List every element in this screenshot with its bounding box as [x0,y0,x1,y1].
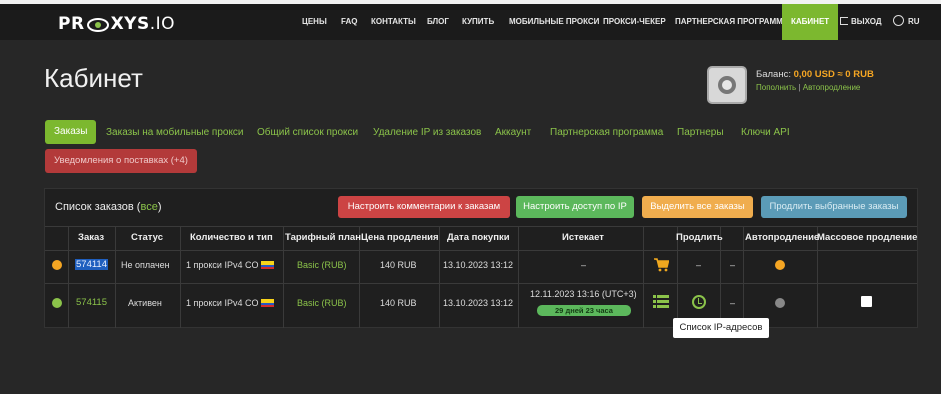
logo[interactable]: PR XYS .IO [58,14,175,34]
order-status: Активен [128,298,162,308]
globe-icon [893,15,904,26]
nav-faq[interactable]: FAQ [341,4,357,40]
tab-proxy-list[interactable]: Общий список прокси [257,122,358,144]
order-qty-text: 1 прокси IPv4 CO [186,298,259,308]
colombia-flag-icon [261,299,275,307]
expires: 12.11.2023 13:16 (UTC+3) [530,289,637,299]
status-dot [52,260,62,270]
tab-partners[interactable]: Партнеры [677,122,724,144]
table-top-border [45,226,917,227]
purchase-date: 13.10.2023 13:12 [443,260,514,270]
ip-list-tooltip: Список IP-адресов [673,318,769,338]
autotopup-link[interactable]: Автопродление [803,83,861,92]
col-header-mass-renew: Массовое продление [817,232,918,243]
col-header-qty-type: Количество и тип [190,232,273,243]
nav-language-label: RU [908,17,920,26]
logout-icon [840,17,848,25]
tab-partner-program[interactable]: Партнерская программа [550,122,663,144]
nav-buy[interactable]: КУПИТЬ [462,4,494,40]
status-dot [52,298,62,308]
col-divider [283,226,284,328]
col-header-order: Заказ [78,232,105,243]
col-divider [643,226,644,328]
ip-list-icon[interactable] [653,295,669,308]
days-left-badge: 29 дней 23 часа [537,305,631,316]
orders-panel-title: Список заказов (все) [55,201,161,213]
order-status: Не оплачен [121,260,170,270]
col-divider [180,226,181,328]
renew-clock-icon[interactable] [692,295,706,309]
page-title: Кабинет [44,63,143,93]
order-qty-text: 1 прокси IPv4 CO [186,260,259,270]
balance-link-separator: | [798,83,801,92]
nav-proxy-checker[interactable]: ПРОКСИ-ЧЕКЕР [603,4,666,40]
col-header-status: Статус [131,232,164,243]
col-divider [743,226,744,328]
order-qty-type: 1 прокси IPv4 CO [186,260,275,270]
tab-api-keys[interactable]: Ключи API [741,122,790,144]
tab-mobile-orders[interactable]: Заказы на мобильные прокси [106,122,244,144]
nav-language[interactable]: RU [893,4,920,40]
col-divider [439,226,440,328]
nav-prices[interactable]: ЦЕНЫ [302,4,327,40]
nav-logout-label: ВЫХОД [851,17,882,26]
col-header-tariff: Тарифный план [285,232,361,243]
renew-dash: – [696,260,702,270]
delivery-notifications-button[interactable]: Уведомления о поставках (+4) [45,149,197,173]
select-all-orders-button[interactable]: Выделить все заказы [642,196,753,218]
logo-text-start: PR [58,14,85,34]
autorenew-toggle[interactable] [775,260,785,270]
colombia-flag-icon [261,261,275,269]
topup-link[interactable]: Пополнить [756,83,796,92]
cart-icon[interactable] [653,258,669,272]
renew-price: 140 RUB [380,260,417,270]
extra-dash: – [730,260,736,270]
nav-partner-program[interactable]: ПАРТНЕРСКАЯ ПРОГРАММА [675,4,789,40]
balance: Баланс: 0,00 USD ≈ 0 RUB [756,69,874,80]
table-header-border [45,250,917,251]
col-header-purchase-date: Дата покупки [447,232,510,243]
table-row-border [45,283,917,284]
logo-text-mid: XYS [110,14,150,34]
tab-orders[interactable]: Заказы [45,120,97,144]
expires: – [581,260,587,270]
balance-label: Баланс: [756,69,791,80]
renew-selected-button[interactable]: Продлить выбранные заказы [761,196,907,218]
mass-renew-checkbox[interactable] [861,296,872,307]
col-header-autorenew: Автопродление [745,232,820,243]
order-qty-type: 1 прокси IPv4 CO [186,298,275,308]
autorenew-toggle[interactable] [775,298,785,308]
col-divider [68,226,69,328]
nav-cabinet[interactable]: КАБИНЕТ [782,4,839,40]
col-header-renew: Продлить [676,232,723,243]
balance-amount: 0,00 USD ≈ 0 RUB [793,69,874,80]
tab-remove-ip[interactable]: Удаление IP из заказов [373,122,481,144]
purchase-date: 13.10.2023 13:12 [443,298,514,308]
tariff-link[interactable]: Basic (RUB) [297,260,347,270]
col-divider [518,226,519,328]
configure-comments-button[interactable]: Настроить комментарии к заказам [338,196,510,218]
nav-blog[interactable]: БЛОГ [427,4,449,40]
col-header-renew-price: Цена продления [361,232,439,243]
logo-text-suffix: .IO [149,14,176,34]
tariff-link[interactable]: Basic (RUB) [297,298,347,308]
logo-eye-icon [86,17,109,32]
extra-dash: – [730,298,736,308]
orders-title-text: Список заказов ( [55,201,141,213]
tab-account[interactable]: Аккаунт [495,122,531,144]
configure-ip-access-button[interactable]: Настроить доступ по IP [516,196,634,218]
balance-links: Пополнить | Автопродление [756,83,860,92]
order-number-link[interactable]: 574114 [75,259,108,270]
safe-icon [707,66,747,104]
orders-title-close: ) [157,201,162,213]
col-divider [115,226,116,328]
order-number-link[interactable]: 574115 [76,297,107,308]
show-all-link[interactable]: все [140,201,157,213]
nav-contacts[interactable]: КОНТАКТЫ [371,4,416,40]
nav-logout[interactable]: ВЫХОД [840,4,882,40]
renew-price: 140 RUB [380,298,417,308]
top-navbar: PR XYS .IO ЦЕНЫ FAQ КОНТАКТЫ БЛОГ КУПИТЬ… [0,0,941,40]
nav-mobile-proxy[interactable]: МОБИЛЬНЫЕ ПРОКСИ [509,4,599,40]
col-header-expires: Истекает [562,232,604,243]
